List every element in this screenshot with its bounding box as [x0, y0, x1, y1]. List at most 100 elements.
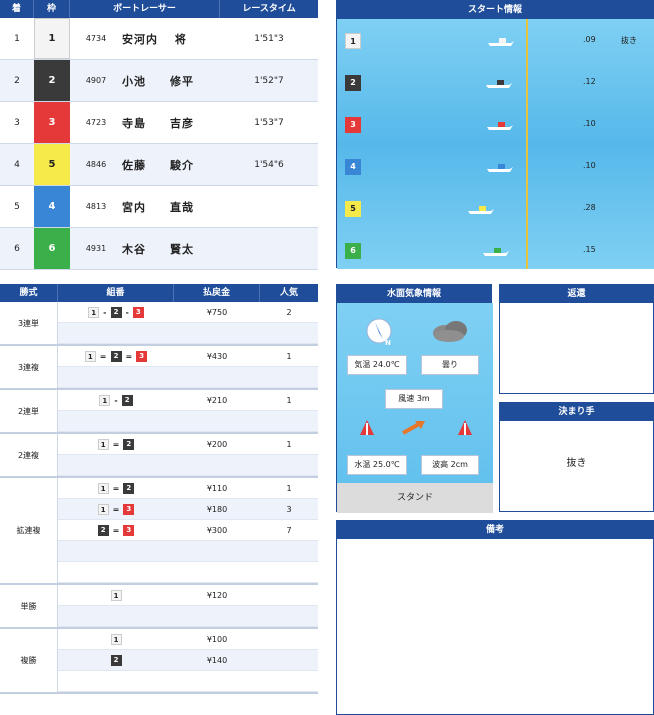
payout-combo: 1	[58, 589, 174, 601]
payout-popularity: 2	[286, 307, 292, 317]
start-waku-badge: 2	[345, 75, 361, 91]
payout-amount: ¥750	[206, 307, 228, 317]
payout-popularity: 3	[286, 504, 292, 514]
payout-type-label: 2連単	[0, 390, 58, 432]
kimarite-panel: 決まり手 抜き	[499, 402, 654, 512]
payout-combo: 1 = 2	[58, 438, 174, 450]
result-waku: 4	[34, 186, 70, 227]
combo-boat-chip: 3	[132, 306, 144, 318]
payout-row	[58, 541, 318, 562]
combo-boat-chip: 2	[123, 438, 135, 450]
payout-row	[58, 411, 318, 432]
payout-body: 3連単 1-2-3 ¥750 2 3連複 1 = 2 = 3 ¥430 1 2連単 1-2 ¥210 1 2連複…	[0, 302, 318, 694]
result-racer-name[interactable]: 佐藤 駿介	[122, 157, 220, 173]
start-row: 4.10	[337, 145, 654, 187]
result-race-time: 1'54"6	[254, 159, 284, 170]
combo-separator: =	[112, 483, 120, 493]
combo-boat-chip: 1	[110, 589, 122, 601]
results-header: 着 枠 ボートレーサー レースタイム	[0, 0, 318, 18]
combo-separator: =	[99, 351, 107, 361]
result-racer-name[interactable]: 木谷 賢太	[122, 241, 220, 257]
start-waku-badge: 5	[345, 201, 361, 217]
payout-group: 3連単 1-2-3 ¥750 2	[0, 302, 318, 346]
payout-type-label: 2連複	[0, 434, 58, 476]
payout-combo: 1-2-3	[58, 306, 174, 318]
header-type: 勝式	[0, 284, 58, 302]
payout-rows: 1-2 ¥210 1	[58, 390, 318, 432]
windsock-left-icon	[359, 419, 375, 441]
payout-rows: 1 ¥120	[58, 585, 318, 627]
payout-row: 1 ¥100	[58, 629, 318, 650]
combo-boat-chip: 1	[88, 306, 100, 318]
start-row: 1 .09 抜き	[337, 19, 654, 61]
combo-separator: -	[114, 395, 118, 405]
payout-amount: ¥210	[206, 395, 228, 405]
payout-combo: 1	[58, 633, 174, 645]
payout-row: 2 ¥140	[58, 650, 318, 671]
weather-body: N 気温 24.0℃ 曇り 風速 3m 水温 25.0℃ 波高 2cm	[337, 303, 493, 483]
weather-panel: 水面気象情報 N 気温 24.0℃ 曇り 風速 3m 水温 25.0℃ 波高 2…	[336, 284, 493, 513]
windsock-right-icon	[457, 419, 473, 441]
result-racer-name[interactable]: 寺島 吉彦	[122, 115, 220, 131]
payout-group: 2連複 1 = 2 ¥200 1	[0, 434, 318, 478]
payout-group: 3連複 1 = 2 = 3 ¥430 1	[0, 346, 318, 390]
payout-group: 複勝 1 ¥100 2 ¥140	[0, 629, 318, 694]
start-timing: .10	[583, 119, 596, 128]
start-timing: .28	[583, 203, 596, 212]
start-note: 抜き	[621, 36, 637, 45]
weather-title: 水面気象情報	[337, 285, 491, 303]
payout-combo: 1 = 3	[58, 503, 174, 515]
compass-icon: N	[365, 317, 393, 347]
header-amount: 払戻金	[174, 284, 260, 302]
payout-row: 2 = 3 ¥300 7	[58, 520, 318, 541]
weather-condition: 曇り	[421, 355, 479, 375]
result-waku: 5	[34, 144, 70, 185]
start-row: 2.12	[337, 61, 654, 103]
result-waku: 3	[34, 102, 70, 143]
payout-popularity: 1	[286, 439, 292, 449]
payout-amount: ¥100	[206, 634, 228, 644]
payout-row	[58, 562, 318, 583]
result-waku: 1	[34, 18, 70, 59]
result-race-time: 1'53"7	[254, 117, 284, 128]
result-waku: 6	[34, 228, 70, 269]
start-info-panel: スタート情報 1.09 抜き 2.12 3.10 4.10 5.28 6.15	[336, 0, 654, 269]
result-reg-number: 4723	[85, 118, 107, 127]
header-time: レースタイム	[242, 4, 296, 14]
result-racer-name[interactable]: 安河内 将	[122, 31, 220, 47]
payout-popularity: 1	[286, 351, 292, 361]
payout-amount: ¥300	[206, 525, 228, 535]
result-race-time: 1'52"7	[254, 75, 284, 86]
start-timing: .12	[583, 77, 596, 86]
combo-separator: =	[112, 525, 120, 535]
combo-separator: =	[112, 504, 120, 514]
start-waku-badge: 6	[345, 243, 361, 259]
bikou-panel: 備考	[336, 520, 654, 715]
payout-group: 拡連複 1 = 2 ¥110 1 1 = 3 ¥180 3 2 = 3 ¥300 7	[0, 478, 318, 585]
combo-boat-chip: 3	[136, 350, 148, 362]
result-racer-name[interactable]: 宮内 直哉	[122, 199, 220, 215]
header-popularity: 人気	[279, 288, 298, 298]
wind-speed: 風速 3m	[385, 389, 443, 409]
result-rank: 2	[14, 75, 20, 86]
payout-row	[58, 367, 318, 388]
result-row: 3 3 4723 寺島 吉彦 1'53"7	[0, 102, 318, 144]
payout-row	[58, 671, 318, 692]
combo-separator: -	[103, 307, 107, 317]
payout-rows: 1 = 2 ¥200 1	[58, 434, 318, 476]
payout-amount: ¥430	[206, 351, 228, 361]
result-rank: 6	[14, 243, 20, 254]
payout-row: 1-2 ¥210 1	[58, 390, 318, 411]
start-timing: .15	[583, 245, 596, 254]
result-race-time: 1'51"3	[254, 33, 284, 44]
wave-height: 波高 2cm	[421, 455, 479, 475]
result-rank: 1	[14, 33, 20, 44]
payout-rows: 1 = 2 = 3 ¥430 1	[58, 346, 318, 388]
start-info-title: スタート情報	[337, 1, 653, 19]
combo-boat-chip: 2	[110, 306, 122, 318]
air-temp: 気温 24.0℃	[347, 355, 407, 375]
result-racer-name[interactable]: 小池 修平	[122, 73, 220, 89]
payout-row: 1 = 2 ¥200 1	[58, 434, 318, 455]
bikou-title: 備考	[337, 521, 653, 539]
combo-boat-chip: 2	[121, 394, 133, 406]
